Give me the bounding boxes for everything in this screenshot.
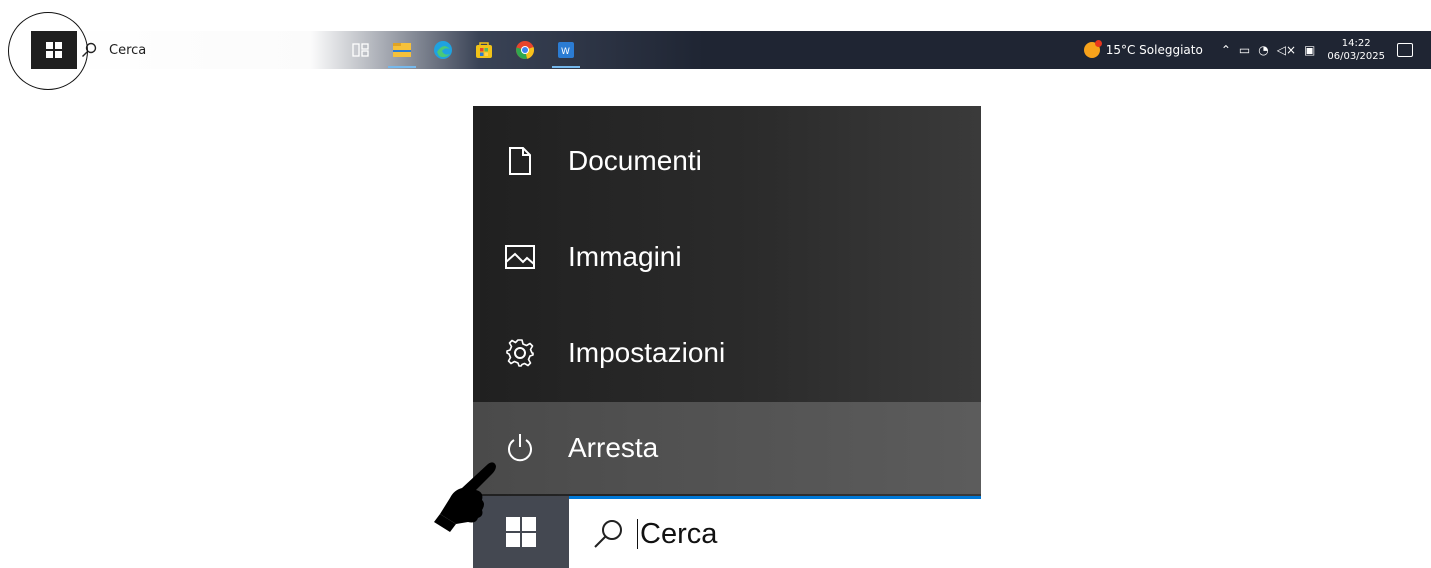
weather-icon[interactable] [1083,40,1102,58]
start-menu: Documenti Immagini Impostazioni Arresta [473,106,981,568]
search-input[interactable]: Cerca [569,496,981,568]
menu-item-documents[interactable]: Documenti [473,113,981,208]
file-explorer-icon[interactable] [388,40,416,68]
power-icon [501,429,539,467]
menu-item-label: Arresta [568,432,659,463]
weather-label[interactable]: 15°C Soleggiato [1106,43,1203,57]
store-icon[interactable] [474,40,494,60]
word-icon[interactable]: W [552,40,580,68]
svg-text:W: W [561,47,570,57]
document-icon [501,142,539,180]
menu-item-settings[interactable]: Impostazioni [473,305,981,400]
clock-time: 14:22 [1341,38,1371,49]
taskbar-search[interactable]: Cerca [81,31,146,69]
chrome-icon[interactable] [515,40,535,60]
pointing-hand-icon [434,462,496,532]
menu-item-label: Documenti [568,144,702,176]
menu-item-shutdown[interactable]: Arresta [473,402,981,494]
taskbar-search-label: Cerca [109,42,147,58]
search-input-text: Cerca [637,518,717,549]
search-icon [594,519,622,548]
chevron-up-icon[interactable]: ⌃ [1221,43,1231,57]
pictures-icon [501,238,539,276]
volume-mute-icon[interactable]: ◁× [1277,43,1296,57]
menu-item-label: Immagini [568,240,682,272]
notification-icon[interactable] [1397,43,1413,57]
wifi-icon[interactable]: ◔ [1258,43,1268,57]
start-menu-bottom-bar: Cerca [473,496,981,568]
meet-now-icon[interactable]: ▣ [1304,43,1315,57]
gear-icon [501,334,539,372]
menu-item-label: Impostazioni [568,336,726,368]
clock[interactable]: 14:22 06/03/2025 [1327,37,1385,63]
task-view-icon[interactable] [351,40,371,60]
windows-icon [506,517,536,547]
system-tray: 15°C Soleggiato ⌃ ▭ ◔ ◁× ▣ 14:22 06/03/2… [1083,31,1431,69]
taskbar-apps: W [351,31,597,69]
menu-item-pictures[interactable]: Immagini [473,209,981,304]
battery-icon[interactable]: ▭ [1239,43,1250,57]
clock-date: 06/03/2025 [1327,51,1385,62]
highlight-circle [8,12,88,90]
edge-icon[interactable] [433,40,453,60]
taskbar: Cerca W 15°C Soleggiato ⌃ ▭ ◔ ◁× ▣ 14:22… [31,31,1431,69]
